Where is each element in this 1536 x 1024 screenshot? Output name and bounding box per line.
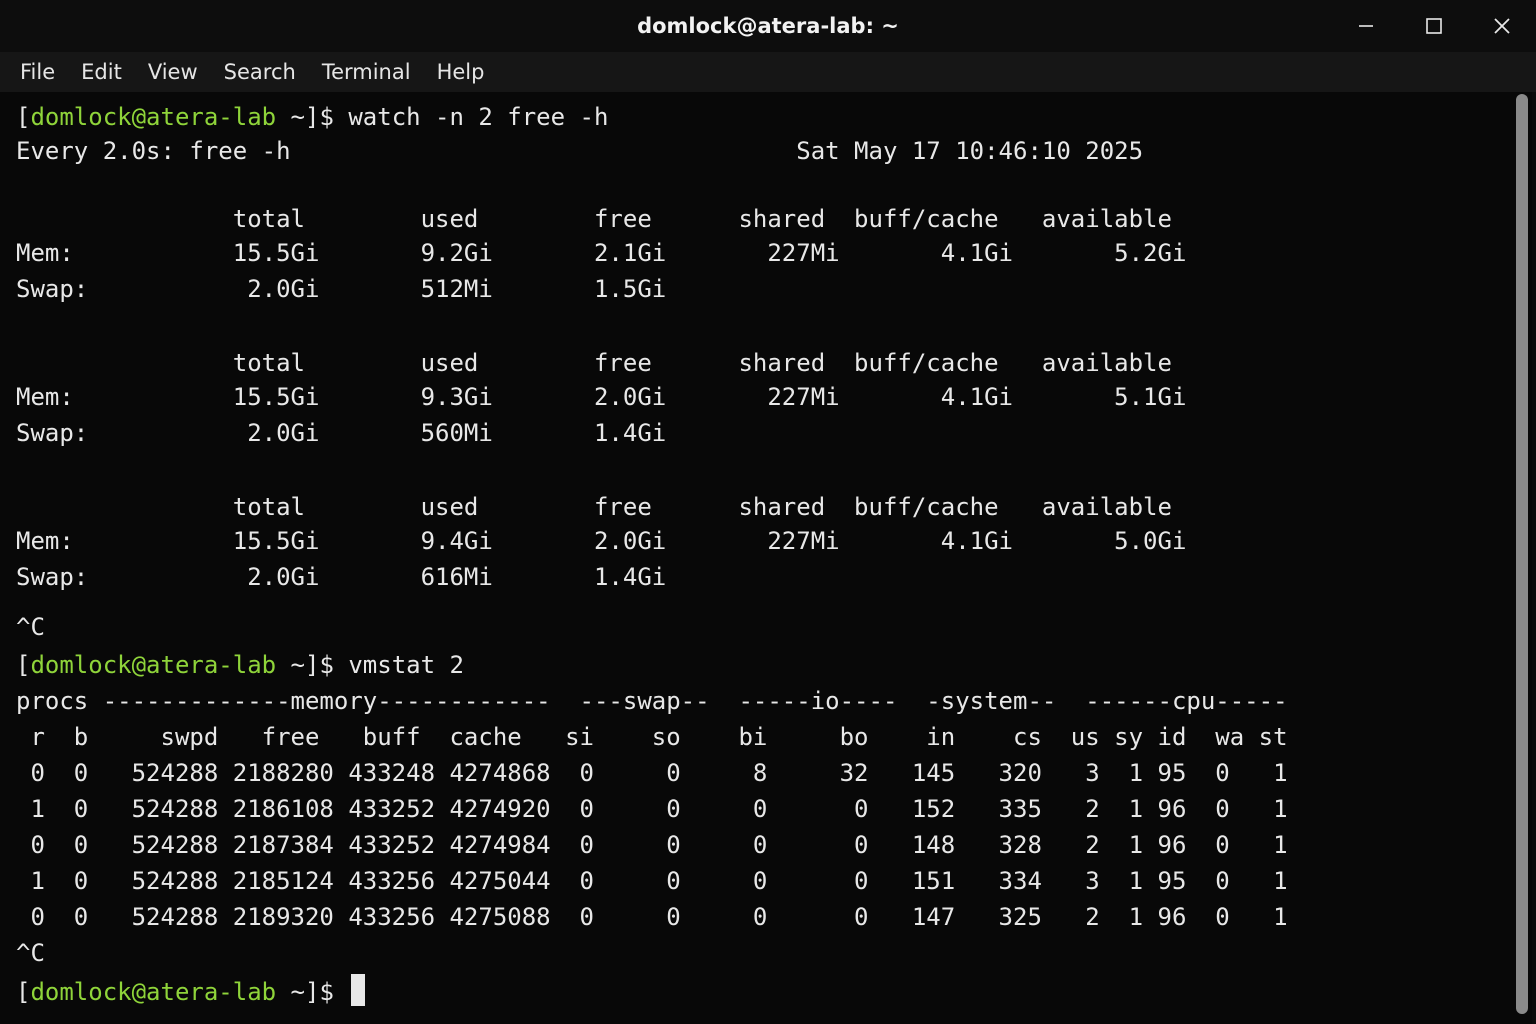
prompt-user-host: domlock@atera-lab — [30, 978, 277, 1006]
output-line: r b swpd free buff cache si so bi bo in … — [16, 723, 1288, 751]
title-bar[interactable]: domlock@atera-lab: ~ — [0, 0, 1536, 52]
maximize-icon — [1426, 18, 1442, 34]
close-icon — [1494, 18, 1510, 34]
output-line: Swap: 2.0Gi 560Mi 1.4Gi — [16, 419, 667, 447]
minimize-button[interactable] — [1332, 0, 1400, 52]
menu-view[interactable]: View — [135, 60, 211, 84]
prompt-user-host: domlock@atera-lab — [30, 651, 277, 679]
output-line: ^C — [16, 613, 45, 641]
output-line: Mem: 15.5Gi 9.2Gi 2.1Gi 227Mi 4.1Gi 5.2G… — [16, 239, 1187, 267]
output-line: 0 0 524288 2188280 433248 4274868 0 0 8 … — [16, 759, 1288, 787]
output-line: total used free shared buff/cache availa… — [16, 349, 1172, 377]
scrollbar[interactable] — [1512, 92, 1532, 1024]
minimize-icon — [1359, 25, 1373, 27]
text-cursor — [351, 974, 366, 1006]
output-line: Every 2.0s: free -h Sat May 17 10:46:10 … — [16, 137, 1144, 165]
output-line: 1 0 524288 2185124 433256 4275044 0 0 0 … — [16, 867, 1288, 895]
menu-help[interactable]: Help — [424, 60, 498, 84]
scrollbar-thumb[interactable] — [1516, 94, 1528, 1014]
menu-bar: File Edit View Search Terminal Help — [0, 52, 1536, 92]
prompt-bracket: [ — [16, 103, 31, 131]
menu-terminal[interactable]: Terminal — [309, 60, 424, 84]
prompt-suffix: ~]$ — [276, 651, 349, 679]
menu-file[interactable]: File — [0, 60, 68, 84]
output-line: ^C — [16, 939, 45, 967]
terminal-output[interactable]: [domlock@atera-lab ~]$ watch -n 2 free -… — [0, 92, 1512, 1024]
prompt-user-host: domlock@atera-lab — [30, 103, 277, 131]
output-line: total used free shared buff/cache availa… — [16, 205, 1172, 233]
terminal-window: domlock@atera-lab: ~ File Edit View Sear… — [0, 0, 1536, 1024]
prompt-bracket: [ — [16, 978, 31, 1006]
menu-search[interactable]: Search — [211, 60, 309, 84]
command-text: vmstat 2 — [348, 651, 464, 679]
output-line: procs -------------memory------------ --… — [16, 687, 1288, 715]
output-line: 1 0 524288 2186108 433252 4274920 0 0 0 … — [16, 795, 1288, 823]
prompt-line: [domlock@atera-lab ~]$ watch -n 2 free -… — [16, 100, 608, 134]
close-button[interactable] — [1468, 0, 1536, 52]
prompt-line: [domlock@atera-lab ~]$ vmstat 2 — [16, 648, 464, 682]
window-controls — [1332, 0, 1536, 52]
output-line: 0 0 524288 2187384 433252 4274984 0 0 0 … — [16, 831, 1288, 859]
output-line: Swap: 2.0Gi 512Mi 1.5Gi — [16, 275, 667, 303]
prompt-suffix: ~]$ — [276, 103, 349, 131]
output-line: 0 0 524288 2189320 433256 4275088 0 0 0 … — [16, 903, 1288, 931]
output-line: Swap: 2.0Gi 616Mi 1.4Gi — [16, 563, 667, 591]
prompt-suffix: ~]$ — [276, 978, 349, 1006]
maximize-button[interactable] — [1400, 0, 1468, 52]
output-line: Mem: 15.5Gi 9.4Gi 2.0Gi 227Mi 4.1Gi 5.0G… — [16, 527, 1187, 555]
output-line: Mem: 15.5Gi 9.3Gi 2.0Gi 227Mi 4.1Gi 5.1G… — [16, 383, 1187, 411]
output-line: total used free shared buff/cache availa… — [16, 493, 1172, 521]
command-text: watch -n 2 free -h — [348, 103, 609, 131]
prompt-line: [domlock@atera-lab ~]$ — [16, 974, 366, 1008]
menu-edit[interactable]: Edit — [68, 60, 135, 84]
window-title: domlock@atera-lab: ~ — [637, 14, 899, 38]
prompt-bracket: [ — [16, 651, 31, 679]
